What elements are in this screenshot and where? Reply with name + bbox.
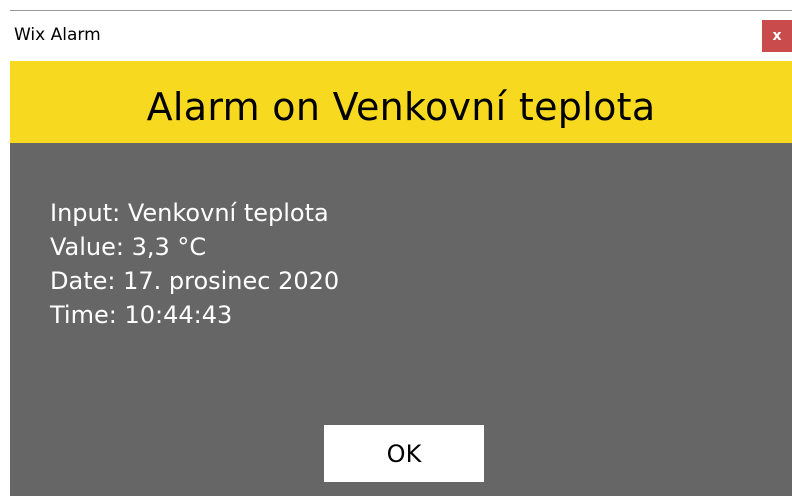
close-button[interactable]: x [762, 20, 792, 52]
alarm-banner: Alarm on Venkovní teplota [10, 61, 792, 153]
alarm-heading: Alarm on Venkovní teplota [146, 85, 656, 129]
alarm-details-panel: Input: Venkovní teplota Value: 3,3 °C Da… [10, 143, 792, 496]
time-line: Time: 10:44:43 [50, 301, 233, 329]
close-icon: x [772, 28, 782, 44]
alarm-window: Wix Alarm x Alarm on Venkovní teplota In… [10, 10, 792, 496]
window-title: Wix Alarm [14, 25, 101, 45]
ok-button[interactable]: OK [324, 425, 484, 482]
value-line: Value: 3,3 °C [50, 233, 207, 261]
date-line: Date: 17. prosinec 2020 [50, 267, 340, 295]
alarm-info: Input: Venkovní teplota Value: 3,3 °C Da… [50, 196, 339, 332]
input-line: Input: Venkovní teplota [50, 199, 329, 227]
title-bar[interactable]: Wix Alarm x [10, 11, 792, 61]
